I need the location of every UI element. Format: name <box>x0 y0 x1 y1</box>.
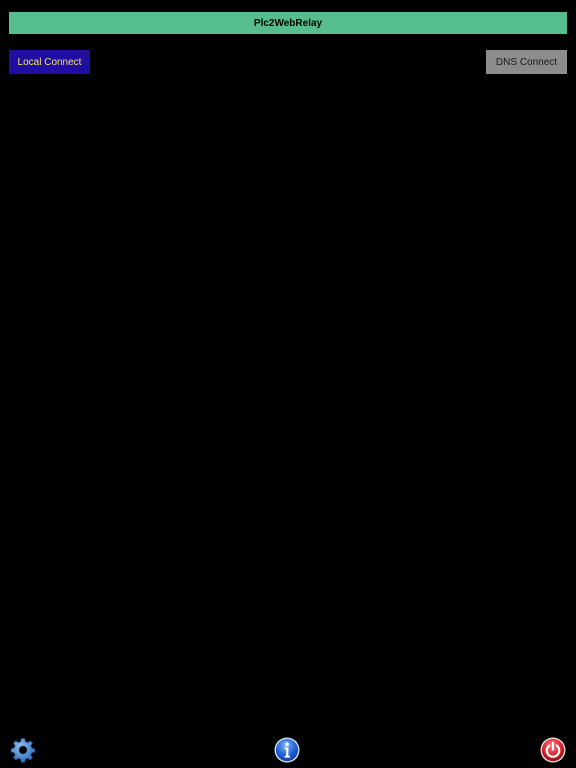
dns-connect-button[interactable]: DNS Connect <box>486 50 567 74</box>
page-title: Plc2WebRelay <box>9 12 567 34</box>
app-screen: Plc2WebRelay Local Connect DNS Connect <box>0 0 576 768</box>
local-connect-button[interactable]: Local Connect <box>9 50 90 74</box>
settings-button[interactable] <box>10 737 36 763</box>
power-icon <box>540 737 566 763</box>
info-icon <box>274 737 300 763</box>
info-button[interactable] <box>274 737 300 763</box>
gear-icon <box>10 738 36 763</box>
power-button[interactable] <box>540 737 566 763</box>
